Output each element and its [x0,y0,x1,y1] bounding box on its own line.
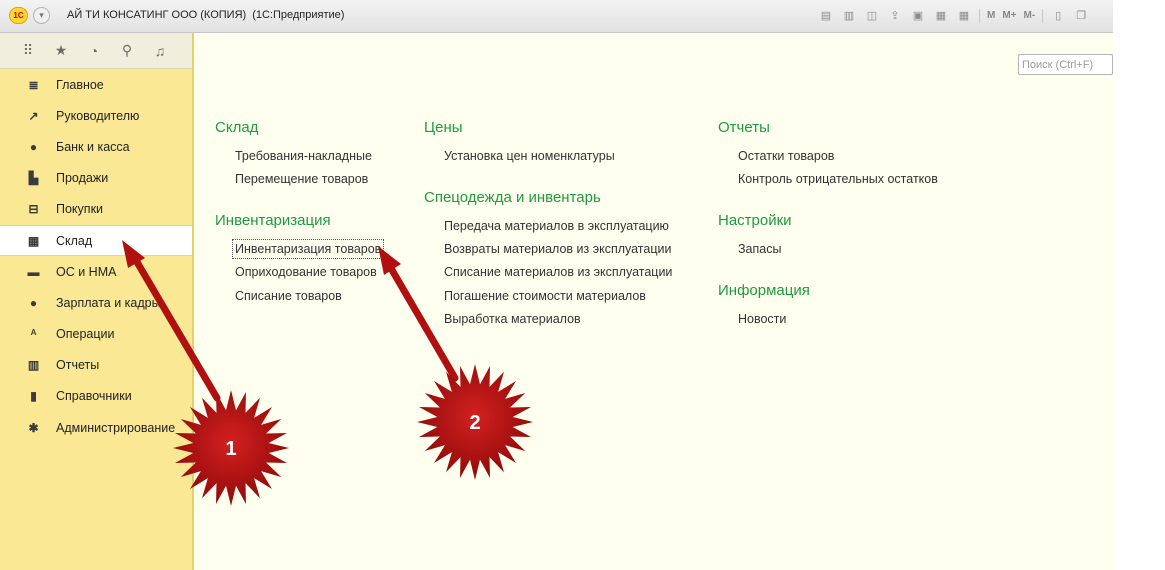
list-icon: ≣ [28,77,39,92]
link-peredacha-materialov[interactable]: Передача материалов в эксплуатацию [444,219,669,233]
link-spisanie-materialov[interactable]: Списание материалов из эксплуатации [444,265,672,279]
ruble-coin-icon: ● [29,139,38,154]
title-bar: 1С ▾ АЙ ТИ КОНСАТИНГ ООО (КОПИЯ) (1С:Пред… [0,0,1113,33]
sidebar-item-label: Склад [56,233,93,248]
sidebar-toolbar: ⠿ ★ ◔ ⚲ ♫ [0,33,192,69]
section-title-spetsodezhda: Спецодежда и инвентарь [424,189,601,206]
sidebar-item-pokupki[interactable]: ⊟ Покупки [0,194,192,225]
debit-credit-icon: ᴬ [30,327,37,342]
bar-chart-icon: ▥ [27,358,40,373]
section-title-tseny: Цены [424,119,463,136]
link-oprikhodovanie-tovarov[interactable]: Оприходование товаров [235,265,377,279]
sidebar-item-operatsii[interactable]: ᴬ Операции [0,319,192,350]
document-icon[interactable]: ▯ [1050,9,1066,23]
sidebar-item-label: Продажи [56,171,109,186]
star-icon[interactable]: ★ [53,42,69,59]
toolbar-separator [979,9,980,23]
link-ostatki-tovarov[interactable]: Остатки товаров [738,149,834,163]
link-trebovaniya-nakladnye[interactable]: Требования-накладные [235,149,372,163]
1c-logo: 1С [9,7,28,24]
preview-icon[interactable]: ◫ [864,9,880,23]
sidebar-item-label: Главное [56,77,104,92]
apps-grid-icon[interactable]: ⠿ [20,42,36,59]
cart-icon: ⊟ [28,202,39,217]
sidebar-item-label: Администрирование [56,420,176,435]
table-icon[interactable]: ▦ [933,9,949,23]
sidebar-item-prodazhi[interactable]: ▙ Продажи [0,163,192,194]
sidebar-item-rukovoditelyu[interactable]: ↗ Руководителю [0,100,192,131]
search-icon[interactable]: ⚲ [119,42,135,59]
link-vozvraty-materialov[interactable]: Возвраты материалов из эксплуатации [444,242,671,256]
link-ustanovka-tsen[interactable]: Установка цен номенклатуры [444,149,615,163]
window-title: АЙ ТИ КОНСАТИНГ ООО (КОПИЯ) (1С:Предприят… [67,9,344,21]
section-title-nastroyki: Настройки [718,212,792,229]
sidebar-item-os-nma[interactable]: ▬ ОС и НМА [0,256,192,287]
sidebar-item-administrirovanie[interactable]: ✱ Администрирование [0,412,192,443]
warehouse-icon: ▦ [27,233,40,248]
section-title-otchety: Отчеты [718,119,770,136]
sidebar-item-zarplata[interactable]: ● Зарплата и кадры [0,287,192,318]
trend-icon: ↗ [28,108,39,123]
link-spisanie-tovarov[interactable]: Списание товаров [235,289,342,303]
truck-icon: ▬ [27,264,40,279]
link-pogashenie-stoimosti[interactable]: Погашение стоимости материалов [444,289,646,303]
sidebar-item-label: Зарплата и кадры [56,295,161,310]
sidebar-item-otchety[interactable]: ▥ Отчеты [0,350,192,381]
window-title-text: АЙ ТИ КОНСАТИНГ ООО (КОПИЯ) [67,9,247,21]
gear-icon: ✱ [28,420,39,435]
sidebar-item-label: Покупки [56,202,104,217]
person-icon: ● [29,295,38,310]
link-inventarizatsiya-tovarov[interactable]: Инвентаризация товаров [231,239,385,259]
app-window: 1С ▾ АЙ ТИ КОНСАТИНГ ООО (КОПИЯ) (1С:Пред… [0,0,1113,570]
search-input[interactable] [1019,55,1112,74]
main-menu-button[interactable]: ▾ [33,7,50,24]
page-margin [1113,0,1165,570]
toolbar-separator [1042,9,1044,23]
print-icon[interactable]: ▥ [841,9,857,23]
sidebar-item-glavnoe[interactable]: ≣ Главное [0,69,192,100]
memory-add-button[interactable]: M+ [1002,9,1016,23]
history-icon[interactable]: ◔ [86,43,102,59]
link-novosti[interactable]: Новости [738,312,786,326]
sidebar: ⠿ ★ ◔ ⚲ ♫ ≣ Главное ↗ Руководителю ● Бан… [0,33,194,570]
book-icon: ▮ [30,389,37,404]
section-title-informatsiya: Информация [718,282,810,299]
save-icon[interactable]: ▤ [818,9,834,23]
sidebar-item-spravochniki[interactable]: ▮ Справочники [0,381,192,412]
window-subtitle: (1С:Предприятие) [252,9,345,21]
sidebar-item-label: Банк и касса [56,139,130,154]
copy-icon[interactable]: ❐ [1073,9,1089,23]
sidebar-item-label: Отчеты [56,358,100,373]
section-title-sklad: Склад [215,119,259,136]
memory-subtract-button[interactable]: M- [1024,9,1036,23]
main-panel: Склад Требования-накладные Перемещение т… [196,33,1113,570]
title-toolbar: ▤ ▥ ◫ ⇪ ▣ ▦ ▦ M M+ M- ▯ ❐ [818,8,1096,24]
bell-icon[interactable]: ♫ [152,43,168,59]
sidebar-item-label: Руководителю [56,108,140,123]
sidebar-item-bank[interactable]: ● Банк и касса [0,131,192,162]
link-kontrol-ostatkov[interactable]: Контроль отрицательных остатков [738,172,938,186]
calendar-icon[interactable]: ▦ [956,9,972,23]
shopping-bag-icon: ▙ [28,171,39,186]
link-peremeshchenie-tovarov[interactable]: Перемещение товаров [235,172,368,186]
link-zapasy[interactable]: Запасы [738,242,781,256]
sidebar-item-label: Справочники [56,389,132,404]
upload-icon[interactable]: ⇪ [887,9,903,23]
printer-icon[interactable]: ▣ [910,9,926,23]
sidebar-item-label: Операции [56,327,115,342]
section-title-inventarizatsiya: Инвентаризация [215,212,331,229]
memory-store-button[interactable]: M [987,9,995,23]
sidebar-item-sklad[interactable]: ▦ Склад [0,224,192,257]
sidebar-item-label: ОС и НМА [56,264,117,279]
link-vyrabotka-materialov[interactable]: Выработка материалов [444,312,581,326]
search-field[interactable] [1018,54,1113,75]
